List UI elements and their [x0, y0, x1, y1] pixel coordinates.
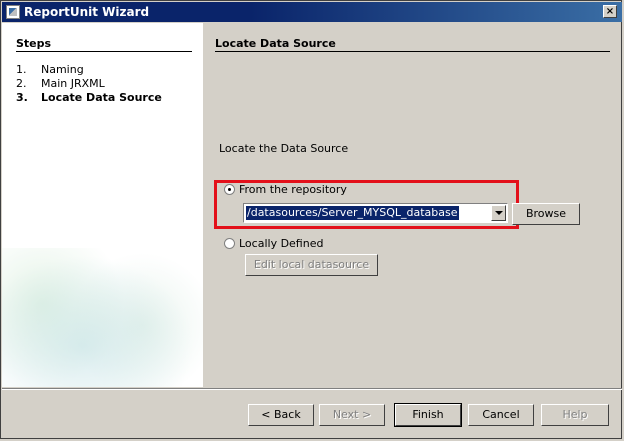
wizard-window: ReportUnit Wizard × Steps 1. Naming 2. Mai…	[0, 0, 622, 439]
title-bar: ReportUnit Wizard ×	[2, 2, 622, 22]
step-number: 3.	[16, 91, 28, 104]
browse-button[interactable]: Browse	[512, 203, 580, 225]
step-number: 2.	[16, 77, 27, 90]
locally-defined-radio[interactable]	[224, 238, 235, 249]
close-button[interactable]: ×	[603, 5, 617, 18]
step-label: Locate Data Source	[41, 91, 162, 104]
step-label: Naming	[41, 63, 84, 76]
highlight-annotation	[214, 180, 519, 229]
edit-local-datasource-button[interactable]: Edit local datasource	[245, 254, 378, 276]
step-item-locate-data-source: 3. Locate Data Source	[16, 91, 162, 104]
locate-data-source-label: Locate the Data Source	[219, 142, 349, 155]
step-item-main-jrxml: 2. Main JRXML	[16, 77, 105, 90]
cancel-button[interactable]: Cancel	[468, 404, 534, 426]
step-label: Main JRXML	[41, 77, 105, 90]
step-number: 1.	[16, 63, 27, 76]
steps-panel: Steps 1. Naming 2. Main JRXML 3. Locate Dat…	[2, 23, 203, 387]
steps-title: Steps	[16, 37, 52, 50]
page-title: Locate Data Source	[215, 37, 336, 50]
help-button[interactable]: Help	[541, 404, 609, 426]
app-icon	[6, 5, 20, 19]
decorative-background	[2, 248, 203, 387]
step-item-naming: 1. Naming	[16, 63, 84, 76]
next-button[interactable]: Next >	[319, 404, 385, 426]
window-title: ReportUnit Wizard	[24, 5, 150, 19]
back-button[interactable]: < Back	[248, 404, 314, 426]
footer-divider	[2, 388, 622, 390]
finish-button[interactable]: Finish	[394, 403, 462, 427]
locally-defined-label[interactable]: Locally Defined	[239, 237, 323, 250]
title-divider	[215, 51, 610, 52]
steps-divider	[16, 51, 192, 52]
